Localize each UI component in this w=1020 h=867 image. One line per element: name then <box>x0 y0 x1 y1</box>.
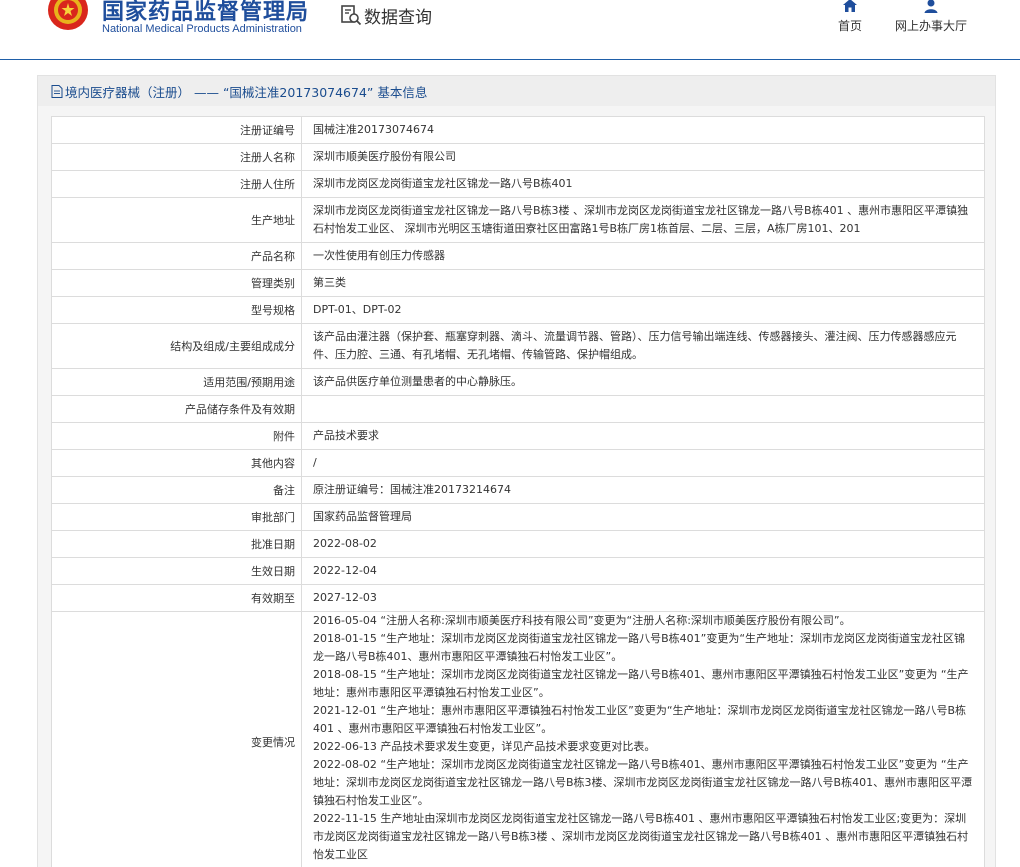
change-entry: 2022-11-15 生产地址由深圳市龙岗区龙岗街道宝龙社区锦龙一路八号B栋40… <box>313 812 969 861</box>
field-value <box>301 395 985 423</box>
data-query-heading: 数据查询 <box>340 3 432 28</box>
table-row: 注册证编号 国械注准20173074674 <box>51 116 985 144</box>
field-value: 深圳市龙岗区龙岗街道宝龙社区锦龙一路八号B栋3楼 、深圳市龙岗区龙岗街道宝龙社区… <box>301 197 985 243</box>
brand-subtitle: National Medical Products Administration <box>102 23 302 35</box>
field-value: 2027-12-03 <box>301 584 985 612</box>
field-value: 深圳市顺美医疗股份有限公司 <box>301 143 985 171</box>
field-label: 附件 <box>51 422 302 450</box>
table-row: 生产地址 深圳市龙岗区龙岗街道宝龙社区锦龙一路八号B栋3楼 、深圳市龙岗区龙岗街… <box>51 197 985 243</box>
field-value: 2022-12-04 <box>301 557 985 585</box>
nav-home-label: 首页 <box>837 19 862 33</box>
field-label: 注册人住所 <box>51 170 302 198</box>
field-value: 国家药品监督管理局 <box>301 503 985 531</box>
field-label: 注册证编号 <box>51 116 302 144</box>
table-row: 管理类别 第三类 <box>51 269 985 297</box>
panel-title-bar: 境内医疗器械（注册） —— “国械注准20173074674” 基本信息 <box>38 76 995 106</box>
user-icon <box>924 0 938 13</box>
field-label: 适用范围/预期用途 <box>51 368 302 396</box>
change-entry: 2016-05-04 “注册人名称:深圳市顺美医疗科技有限公司”变更为“注册人名… <box>313 614 851 627</box>
field-label: 有效期至 <box>51 584 302 612</box>
field-label: 批准日期 <box>51 530 302 558</box>
table-row: 型号规格 DPT-01、DPT-02 <box>51 296 985 324</box>
table-row: 注册人名称 深圳市顺美医疗股份有限公司 <box>51 143 985 171</box>
field-value: 一次性使用有创压力传感器 <box>301 242 985 270</box>
table-row: 其他内容 / <box>51 449 985 477</box>
registration-info-table: 注册证编号 国械注准20173074674 注册人名称 深圳市顺美医疗股份有限公… <box>51 116 985 867</box>
field-label: 生效日期 <box>51 557 302 585</box>
field-label: 备注 <box>51 476 302 504</box>
field-label: 生产地址 <box>51 197 302 243</box>
change-entry: 2021-12-01 “生产地址：惠州市惠阳区平潭镇独石村怡发工业区”变更为“生… <box>313 704 967 735</box>
field-value: 该产品由灌注器（保护套、瓶塞穿刺器、滴斗、流量调节器、管路）、压力信号输出端连线… <box>301 323 985 369</box>
field-label: 审批部门 <box>51 503 302 531</box>
site-header: 国家药品监督管理局 National Medical Products Admi… <box>0 0 1020 60</box>
table-row: 备注 原注册证编号：国械注准20173214674 <box>51 476 985 504</box>
change-entry: 2018-01-15 “生产地址：深圳市龙岗区龙岗街道宝龙社区锦龙一路八号B栋4… <box>313 632 966 663</box>
panel-title: 境内医疗器械（注册） —— “国械注准20173074674” 基本信息 <box>65 84 428 100</box>
table-row: 适用范围/预期用途 该产品供医疗单位测量患者的中心静脉压。 <box>51 368 985 396</box>
field-value: 该产品供医疗单位测量患者的中心静脉压。 <box>301 368 985 396</box>
table-row: 有效期至 2027-12-03 <box>51 584 985 612</box>
data-query-label: 数据查询 <box>364 7 432 28</box>
field-value: 第三类 <box>301 269 985 297</box>
table-row: 产品储存条件及有效期 <box>51 395 985 423</box>
field-value: DPT-01、DPT-02 <box>301 296 985 324</box>
field-label: 产品储存条件及有效期 <box>51 395 302 423</box>
table-row: 生效日期 2022-12-04 <box>51 557 985 585</box>
document-search-icon <box>341 5 362 26</box>
table-row: 注册人住所 深圳市龙岗区龙岗街道宝龙社区锦龙一路八号B栋401 <box>51 170 985 198</box>
nav-online-hall[interactable]: 网上办事大厅 <box>894 0 968 34</box>
change-entry: 2018-08-15 “生产地址：深圳市龙岗区龙岗街道宝龙社区锦龙一路八号B栋4… <box>313 668 969 699</box>
table-row-changes: 变更情况 2016-05-04 “注册人名称:深圳市顺美医疗科技有限公司”变更为… <box>51 611 985 867</box>
change-history: 2016-05-04 “注册人名称:深圳市顺美医疗科技有限公司”变更为“注册人名… <box>301 611 985 867</box>
table-row: 结构及组成/主要组成成分 该产品由灌注器（保护套、瓶塞穿刺器、滴斗、流量调节器、… <box>51 323 985 369</box>
field-value: 国械注准20173074674 <box>301 116 985 144</box>
table-row: 审批部门 国家药品监督管理局 <box>51 503 985 531</box>
change-entry: 2022-06-13 产品技术要求发生变更，详见产品技术要求变更对比表。 <box>313 740 656 753</box>
table-row: 附件 产品技术要求 <box>51 422 985 450</box>
table-row: 产品名称 一次性使用有创压力传感器 <box>51 242 985 270</box>
field-label: 变更情况 <box>51 611 302 867</box>
detail-panel: 境内医疗器械（注册） —— “国械注准20173074674” 基本信息 注册证… <box>37 75 996 867</box>
document-icon <box>51 84 63 98</box>
field-label: 型号规格 <box>51 296 302 324</box>
table-row: 批准日期 2022-08-02 <box>51 530 985 558</box>
change-entry: 2022-08-02 “生产地址：深圳市龙岗区龙岗街道宝龙社区锦龙一路八号B栋4… <box>313 758 973 807</box>
field-label: 结构及组成/主要组成成分 <box>51 323 302 369</box>
field-value: / <box>301 449 985 477</box>
field-label: 其他内容 <box>51 449 302 477</box>
field-value: 原注册证编号：国械注准20173214674 <box>301 476 985 504</box>
national-emblem-icon <box>48 0 88 30</box>
field-value: 深圳市龙岗区龙岗街道宝龙社区锦龙一路八号B栋401 <box>301 170 985 198</box>
home-icon <box>843 0 857 12</box>
field-label: 管理类别 <box>51 269 302 297</box>
field-value: 2022-08-02 <box>301 530 985 558</box>
field-value: 产品技术要求 <box>301 422 985 450</box>
field-label: 产品名称 <box>51 242 302 270</box>
nav-home[interactable]: 首页 <box>834 0 866 34</box>
nav-online-hall-label: 网上办事大厅 <box>894 19 967 33</box>
field-label: 注册人名称 <box>51 143 302 171</box>
